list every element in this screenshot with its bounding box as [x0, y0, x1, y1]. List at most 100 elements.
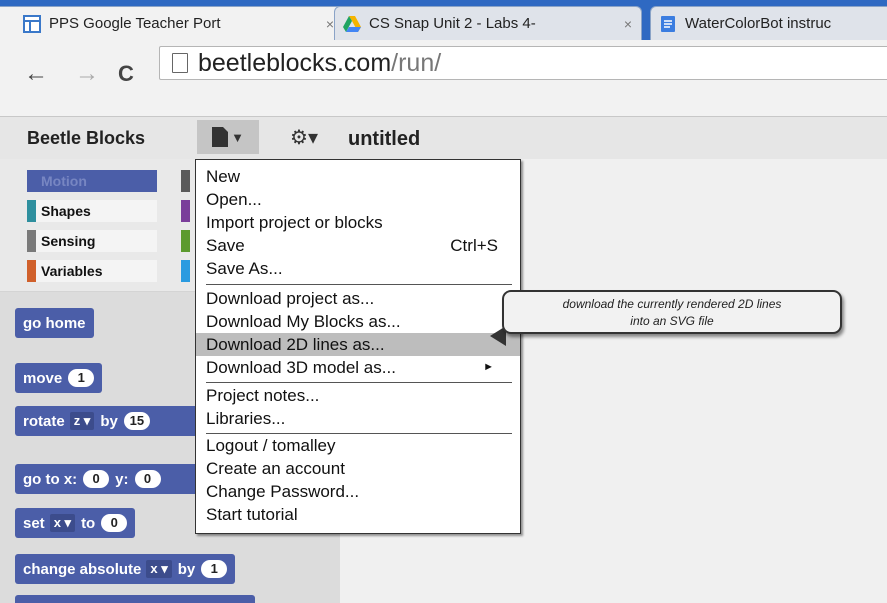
app-title: Beetle Blocks — [27, 128, 146, 148]
number-slot[interactable]: 15 — [123, 412, 150, 430]
block-set[interactable]: set x ▾ to 0 — [15, 508, 136, 538]
block-label: by — [100, 412, 118, 430]
app-top-bar: Beetle Blocks ▼ ⚙▾ untitled — [0, 117, 887, 160]
menu-tooltip: download the currently rendered 2D lines… — [502, 290, 842, 334]
tab-pps-google-teacher[interactable]: PPS Google Teacher Port × — [0, 6, 344, 40]
menu-item-shortcut: Ctrl+S — [450, 236, 498, 255]
menu-item-logout[interactable]: Logout / tomalley — [196, 434, 520, 457]
page-icon — [172, 53, 188, 73]
block-label: go home — [23, 314, 86, 332]
number-slot[interactable]: 0 — [101, 514, 128, 532]
block-label: change absolute — [23, 560, 142, 578]
menu-item-label: Import project or blocks — [206, 213, 383, 232]
menu-item-label: Project notes... — [206, 386, 320, 405]
menu-item-project-notes[interactable]: Project notes... — [196, 384, 520, 407]
menu-item-download-my-blocks[interactable]: Download My Blocks as... — [196, 310, 520, 333]
block-partial[interactable] — [15, 595, 255, 603]
category-swatch[interactable] — [181, 170, 190, 192]
category-swatch[interactable] — [181, 200, 190, 222]
settings-menu-button[interactable]: ⚙▾ — [271, 120, 337, 154]
menu-item-label: Change Password... — [206, 482, 360, 501]
back-button[interactable]: ← — [24, 62, 48, 86]
menu-separator — [206, 284, 512, 285]
menu-item-change-password[interactable]: Change Password... — [196, 480, 520, 503]
menu-item-label: Download project as... — [206, 289, 375, 308]
dropdown-value: z — [73, 413, 81, 428]
block-move[interactable]: move 1 — [15, 363, 103, 393]
menu-item-import[interactable]: Import project or blocks — [196, 211, 520, 234]
dropdown-value: x — [150, 561, 158, 576]
google-docs-icon — [661, 15, 675, 32]
menu-item-start-tutorial[interactable]: Start tutorial — [196, 503, 520, 526]
dropdown-value: x — [53, 515, 61, 530]
google-sites-icon — [23, 14, 41, 33]
category-label: Sensing — [41, 233, 96, 249]
menu-item-label: Save — [206, 236, 245, 255]
category-label: Shapes — [41, 203, 91, 219]
number-slot[interactable]: 1 — [68, 369, 95, 387]
menu-item-save[interactable]: Save Ctrl+S — [196, 234, 520, 257]
menu-item-label: Save As... — [206, 259, 283, 278]
submenu-arrow-icon: ► — [483, 361, 494, 373]
variable-dropdown[interactable]: x ▾ — [146, 560, 172, 578]
menu-item-label: Logout / tomalley — [206, 436, 336, 455]
google-drive-icon — [343, 15, 361, 32]
menu-item-new[interactable]: New — [196, 165, 520, 188]
reload-button[interactable]: C — [118, 62, 134, 86]
block-go-home[interactable]: go home — [15, 308, 94, 338]
menu-item-download-project[interactable]: Download project as... — [196, 287, 520, 310]
menu-item-label: Download My Blocks as... — [206, 312, 401, 331]
tab-watercolorbot[interactable]: WaterColorBot instruc — [650, 6, 887, 40]
block-label: by — [177, 560, 196, 578]
project-menu: New Open... Import project or blocks Sav… — [195, 159, 521, 534]
category-swatch[interactable] — [181, 260, 190, 282]
browser-toolbar: ← → C beetleblocks.com/run/ — [0, 40, 887, 117]
block-go-to[interactable]: go to x: 0 y: 0 — [15, 464, 205, 494]
file-icon — [212, 127, 229, 147]
number-slot[interactable]: 0 — [134, 470, 161, 488]
category-shapes[interactable]: Shapes — [27, 200, 157, 222]
category-swatch — [27, 260, 36, 282]
menu-item-download-2d-lines[interactable]: Download 2D lines as... — [196, 333, 520, 356]
menu-item-libraries[interactable]: Libraries... — [196, 407, 520, 430]
menu-item-create-account[interactable]: Create an account — [196, 457, 520, 480]
address-bar[interactable]: beetleblocks.com/run/ — [159, 46, 887, 80]
menu-item-download-3d-model[interactable]: Download 3D model as... ► — [196, 356, 520, 379]
block-label: rotate — [23, 412, 65, 430]
tooltip-line: download the currently rendered 2D lines — [562, 297, 782, 311]
gear-icon: ⚙▾ — [290, 126, 318, 149]
category-swatch — [27, 200, 36, 222]
menu-item-label: Create an account — [206, 459, 345, 478]
menu-item-label: New — [206, 167, 241, 186]
menu-item-label: Start tutorial — [206, 505, 298, 524]
number-slot[interactable]: 0 — [83, 470, 110, 488]
block-rotate[interactable]: rotate z ▾ by 15 — [15, 406, 205, 436]
menu-item-label: Download 2D lines as... — [206, 335, 385, 354]
menu-item-save-as[interactable]: Save As... — [196, 257, 520, 280]
category-label: Variables — [41, 263, 103, 279]
menu-item-label: Open... — [206, 190, 262, 209]
tab-cs-snap-unit[interactable]: CS Snap Unit 2 - Labs 4- × — [334, 6, 642, 40]
menu-separator — [206, 382, 512, 383]
number-slot[interactable]: 1 — [201, 560, 228, 578]
url-path: /run/ — [391, 48, 442, 77]
category-motion[interactable]: Motion — [27, 170, 157, 192]
menu-item-label: Download 3D model as... — [206, 358, 396, 377]
block-label: y: — [115, 470, 129, 488]
tooltip-line: into an SVG file — [630, 314, 714, 328]
axis-dropdown[interactable]: z ▾ — [69, 412, 95, 430]
category-swatch[interactable] — [181, 230, 190, 252]
category-sensing[interactable]: Sensing — [27, 230, 157, 252]
block-change-absolute[interactable]: change absolute x ▾ by 1 — [15, 554, 236, 584]
block-label: go to x: — [23, 470, 78, 488]
forward-button[interactable]: → — [75, 62, 99, 86]
menu-item-open[interactable]: Open... — [196, 188, 520, 211]
category-variables[interactable]: Variables — [27, 260, 157, 282]
menu-item-label: Libraries... — [206, 409, 286, 428]
project-menu-button[interactable]: ▼ — [197, 120, 259, 154]
close-icon[interactable]: × — [619, 16, 637, 32]
tab-title: PPS Google Teacher Port — [49, 15, 221, 32]
variable-dropdown[interactable]: x ▾ — [49, 514, 76, 532]
tab-title: CS Snap Unit 2 - Labs 4- — [369, 15, 536, 32]
block-label: set — [23, 514, 45, 532]
